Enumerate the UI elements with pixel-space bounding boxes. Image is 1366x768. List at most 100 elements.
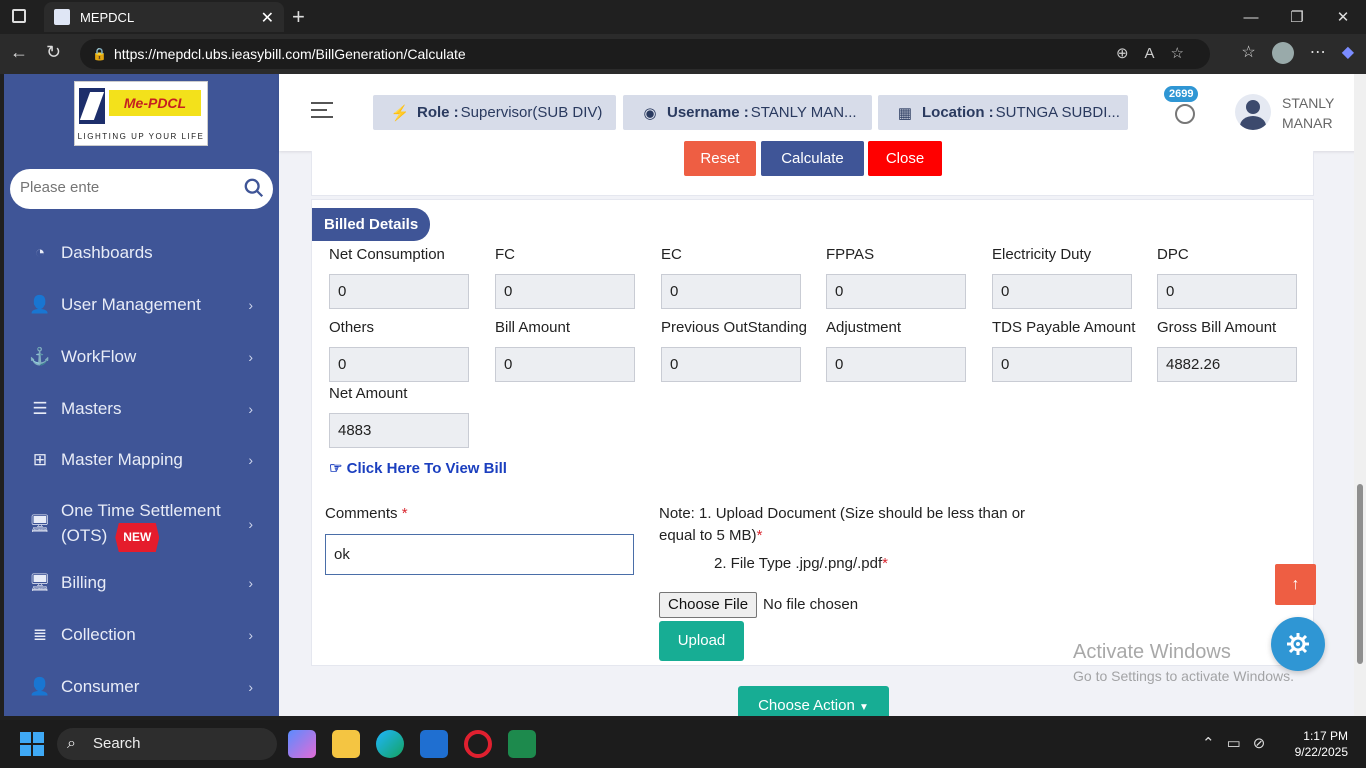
logo-tagline: LIGHTING UP YOUR LIFE	[77, 132, 205, 141]
tab-switcher-icon[interactable]	[12, 9, 26, 23]
mail-icon[interactable]	[420, 730, 448, 758]
caret-down-icon: ▼	[859, 702, 869, 713]
sidebar-item-ots[interactable]: 🖥 One Time Settlement (OTS) NEW ›	[4, 498, 279, 552]
more-menu-icon[interactable]: ⋯	[1310, 42, 1326, 64]
view-bill-link[interactable]: ☞ Click Here To View Bill	[329, 459, 507, 477]
close-button[interactable]: Close	[868, 141, 942, 176]
net-amount-field[interactable]: 4883	[329, 413, 469, 448]
watermark-line1: Activate Windows	[1073, 641, 1231, 663]
sidebar-item-consumer[interactable]: 👤 Consumer ›	[4, 677, 279, 697]
adjustment-field[interactable]: 0	[826, 347, 966, 382]
site-favicon-icon	[54, 9, 70, 25]
opera-icon[interactable]	[464, 730, 492, 758]
address-tools-icon[interactable]: ⊕A☆	[1116, 39, 1200, 69]
tab-close-icon[interactable]: ✕	[261, 8, 274, 28]
billed-details-card: Billed Details Net Consumption 0 FC 0 EC…	[311, 199, 1314, 666]
clock[interactable]: 1:17 PM 9/22/2025	[1295, 728, 1348, 760]
copilot-app-icon[interactable]	[288, 730, 316, 758]
back-icon[interactable]: ←	[10, 42, 28, 63]
ec-field[interactable]: 0	[661, 274, 801, 309]
sidebar-item-label: WorkFlow	[61, 347, 137, 366]
tab-title: MEPDCL	[80, 9, 135, 25]
monitor-icon: 🖥	[29, 514, 51, 533]
role-pill: ⚡ Role : Supervisor(SUB DIV)	[373, 95, 616, 130]
taskbar-search[interactable]: ⌕ Search	[57, 728, 277, 760]
user-circle-icon: ◉	[643, 104, 657, 122]
sidebar-item-label: Consumer	[61, 677, 140, 696]
calculate-button[interactable]: Calculate	[761, 141, 864, 176]
restore-icon[interactable]: ❐	[1274, 0, 1320, 34]
sidebar-search-input[interactable]	[20, 179, 230, 196]
sidebar-item-masters[interactable]: ☰ Masters ›	[4, 399, 279, 419]
favorites-icon[interactable]: ☆	[1241, 42, 1255, 64]
hamburger-menu-icon[interactable]	[311, 102, 333, 123]
hand-pointer-icon: ☞	[329, 460, 343, 477]
minimize-icon[interactable]: —	[1228, 0, 1274, 34]
username-pill: ◉ Username : STANLY MAN...	[623, 95, 872, 130]
copilot-icon[interactable]: ◆	[1342, 42, 1354, 64]
window-close-icon[interactable]: ✕	[1320, 0, 1366, 34]
fc-field[interactable]: 0	[495, 274, 635, 309]
sidebar-item-label: User Management	[61, 295, 201, 314]
choose-action-label: Choose Action	[758, 697, 855, 714]
location-value: SUTNGA SUBDI...	[995, 104, 1120, 121]
scroll-to-top-button[interactable]: ↑	[1275, 564, 1316, 605]
search-icon[interactable]	[243, 177, 265, 199]
location-label: Location :	[922, 104, 994, 121]
upload-button[interactable]: Upload	[659, 621, 744, 661]
sidebar-item-label: Master Mapping	[61, 450, 183, 469]
electricity-duty-field[interactable]: 0	[992, 274, 1132, 309]
new-tab-icon[interactable]: +	[292, 4, 305, 30]
profile-icon[interactable]	[1271, 42, 1294, 64]
sidebar-item-dashboards[interactable]: ◔ Dashboards	[4, 243, 279, 263]
url-field[interactable]: 🔒 https://mepdcl.ubs.ieasybill.com/BillG…	[80, 39, 1210, 69]
previous-outstanding-field[interactable]: 0	[661, 347, 801, 382]
browser-tab[interactable]: MEPDCL ✕	[44, 2, 284, 32]
user-name[interactable]: STANLY MANAR	[1282, 93, 1334, 133]
notification-badge: 2699	[1164, 86, 1199, 102]
monitor-icon: 🖥	[29, 573, 51, 592]
reset-button[interactable]: Reset	[684, 141, 756, 176]
sidebar-item-user-management[interactable]: 👤 User Management ›	[4, 295, 279, 315]
scrollbar-thumb[interactable]	[1357, 484, 1363, 664]
choose-file-button[interactable]: Choose File	[659, 592, 758, 618]
required-mark: *	[401, 505, 408, 522]
tds-payable-field[interactable]: 0	[992, 347, 1132, 382]
start-icon[interactable]	[20, 732, 44, 756]
excel-icon[interactable]	[508, 730, 536, 758]
edge-browser-icon[interactable]	[376, 730, 404, 758]
watermark-line2: Go to Settings to activate Windows.	[1073, 668, 1294, 684]
clock-date: 9/22/2025	[1294, 745, 1348, 759]
upload-note-2: 2. File Type .jpg/.png/.pdf*	[714, 555, 888, 572]
others-field[interactable]: 0	[329, 347, 469, 382]
username-value: STANLY MAN...	[750, 104, 857, 121]
electricity-duty-label: Electricity Duty	[992, 246, 1092, 263]
fppas-field[interactable]: 0	[826, 274, 966, 309]
sidebar-item-master-mapping[interactable]: ⊞ Master Mapping ›	[4, 450, 279, 470]
role-label: Role :	[417, 104, 459, 121]
sidebar-item-collection[interactable]: ≣ Collection ›	[4, 625, 279, 645]
gross-bill-amount-field[interactable]: 4882.26	[1157, 347, 1297, 382]
top-header: ⚡ Role : Supervisor(SUB DIV) ◉ Username …	[279, 74, 1366, 151]
system-tray-icons[interactable]: ⌃▭⊘	[1202, 734, 1277, 752]
adjustment-label: Adjustment	[826, 319, 902, 336]
sidebar-item-label: Masters	[61, 399, 122, 418]
bill-amount-field[interactable]: 0	[495, 347, 635, 382]
file-explorer-icon[interactable]	[332, 730, 360, 758]
chevron-right-icon: ›	[248, 516, 253, 532]
dpc-field[interactable]: 0	[1157, 274, 1297, 309]
comments-field[interactable]: ok	[325, 534, 634, 575]
page-scrollbar[interactable]	[1354, 74, 1366, 716]
net-consumption-field[interactable]: 0	[329, 274, 469, 309]
sitemap-icon: ⊞	[32, 450, 48, 469]
logo[interactable]: Me-PDCL LIGHTING UP YOUR LIFE	[74, 81, 208, 146]
sidebar-item-billing[interactable]: 🖥 Billing ›	[4, 573, 279, 593]
ec-label: EC	[661, 246, 682, 263]
refresh-icon[interactable]: ↻	[46, 42, 61, 63]
sidebar-item-workflow[interactable]: ⚓ WorkFlow ›	[4, 347, 279, 367]
choose-action-button[interactable]: Choose Action ▼	[738, 686, 889, 716]
username-label: Username :	[667, 104, 749, 121]
avatar[interactable]	[1235, 94, 1271, 130]
required-mark: *	[756, 527, 763, 544]
chevron-right-icon: ›	[248, 297, 253, 313]
